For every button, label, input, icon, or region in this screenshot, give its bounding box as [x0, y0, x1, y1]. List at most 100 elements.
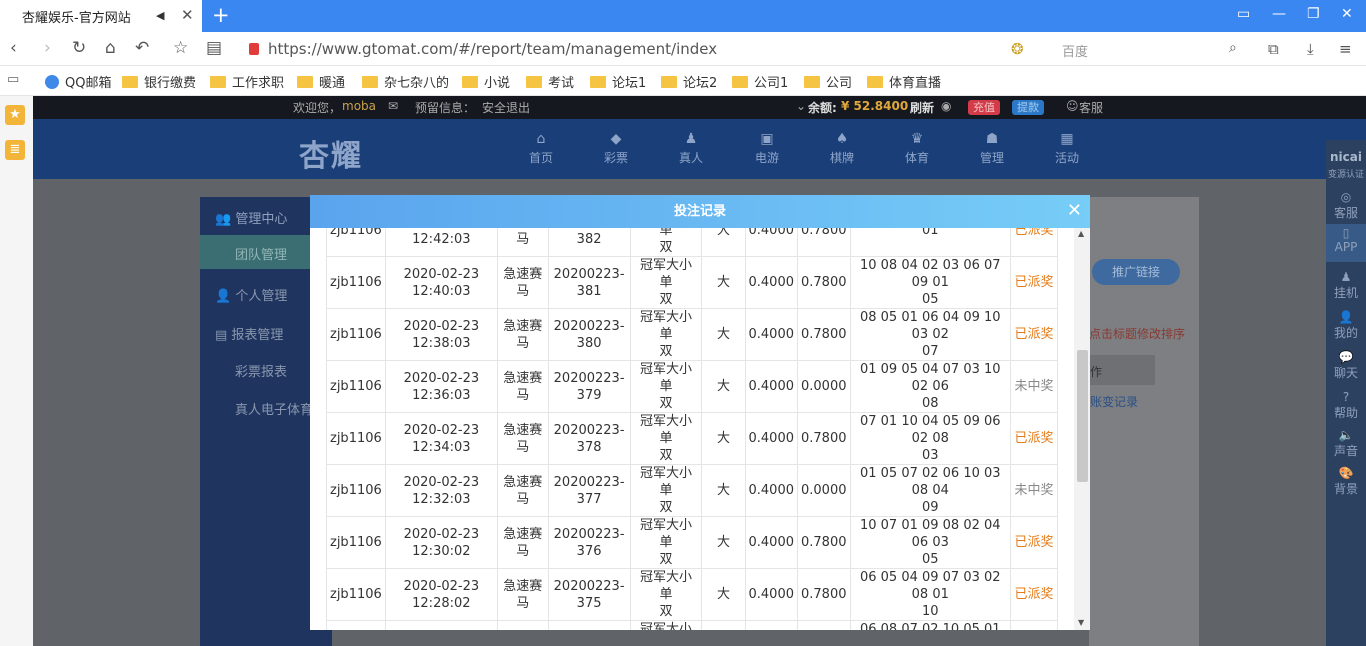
site-logo[interactable]: 杏耀	[299, 131, 363, 175]
bookmark-folder[interactable]: 体育直播	[867, 72, 941, 91]
service-link[interactable]: 客服	[1079, 99, 1103, 116]
scroll-up-icon[interactable]: ▲	[1078, 229, 1084, 238]
undo-icon[interactable]: ↶	[135, 38, 149, 58]
play-text: 双	[659, 344, 673, 359]
menu-icon[interactable]: ≡	[1339, 40, 1352, 58]
chevron-down-icon[interactable]: ⌄	[796, 99, 806, 113]
amount-text: 0.4000	[748, 228, 795, 238]
star-icon[interactable]: ☆	[173, 38, 188, 58]
rs-sound[interactable]: 🔈 声音	[1326, 428, 1366, 459]
modal-scrollbar[interactable]: ▲ ▼	[1074, 228, 1090, 630]
service-icon[interactable]: ☺	[1066, 99, 1079, 113]
forward-icon[interactable]: ›	[44, 38, 51, 58]
tab-close-icon[interactable]: ✕	[181, 6, 194, 24]
issue-text: 20200223-	[553, 578, 625, 594]
nav-sports[interactable]: ♛ 体育	[897, 131, 937, 166]
eye-icon[interactable]: ◉	[941, 99, 951, 113]
extension-icon[interactable]: ❂	[1011, 40, 1024, 58]
rs-service[interactable]: ◎ 客服	[1326, 190, 1366, 221]
bookmark-qqmail[interactable]: QQ邮箱	[45, 72, 111, 91]
play-cell: 冠军大小单双	[629, 516, 703, 569]
nav-slots[interactable]: ▣ 电游	[747, 131, 787, 166]
bookmark-folder[interactable]: 考试	[526, 72, 574, 91]
mail-icon[interactable]: ✉	[388, 99, 398, 113]
bookmark-folder[interactable]: 工作求职	[210, 72, 284, 91]
rs-hangup[interactable]: ♟ 挂机	[1326, 270, 1366, 301]
bookmark-folder[interactable]: 公司	[804, 72, 852, 91]
user-cell: zjb1106	[326, 360, 386, 413]
time-cell: 2020-02-23 12:38:03	[384, 308, 498, 361]
play-text: 冠军大小单	[639, 362, 692, 394]
bookmark-folder[interactable]: 暖通	[297, 72, 345, 91]
amount-text: 0.4000	[748, 483, 795, 498]
download-icon[interactable]: ⤓	[1307, 40, 1314, 58]
right-float-bar: nicai 变源认证 ◎ 客服 ▯ APP ♟ 挂机 👤 我的 💬 聊天 ? 帮助 🔈 声音 …	[1326, 140, 1366, 646]
bet-cell: 大	[701, 360, 746, 413]
withdraw-button[interactable]: 提款	[1012, 100, 1044, 115]
nav-activity[interactable]: ▦ 活动	[1047, 131, 1087, 166]
bookmark-folder[interactable]: 杂七杂八的	[362, 72, 449, 91]
close-icon[interactable]: ✕	[1067, 201, 1082, 221]
promo-link-button[interactable]: 推广链接	[1092, 259, 1180, 285]
scroll-thumb[interactable]	[1077, 350, 1088, 482]
folder-icon	[526, 75, 542, 88]
bookmark-folder[interactable]: 公司1	[732, 72, 788, 91]
modal-body: zjb11062020-02-2312:42:03急速赛马20200223-38…	[326, 228, 1084, 630]
user-icon: 👤	[1338, 310, 1354, 324]
numbers-cell: 07 01 10 04 05 09 06 02 08 03	[849, 412, 1012, 465]
status-text: 已派奖	[1014, 327, 1054, 342]
user-text: zjb1106	[330, 483, 382, 498]
issue-text: 381	[576, 283, 602, 299]
game-cell: 急速赛马	[496, 228, 549, 257]
logout-link[interactable]: 安全退出	[482, 99, 530, 116]
restore-icon[interactable]: ❐	[1307, 6, 1320, 22]
bookmark-folder[interactable]: 银行缴费	[122, 72, 196, 91]
screenshot-icon[interactable]: ⧉	[1268, 40, 1279, 58]
rs-background[interactable]: 🎨 背景	[1326, 466, 1366, 497]
new-tab-icon[interactable]: +	[212, 3, 230, 27]
win-cell: 0.0000	[797, 360, 851, 413]
bookmarks-toggle-icon[interactable]: ▭	[7, 72, 19, 87]
bet-text: 大	[716, 587, 730, 602]
notes-icon[interactable]: ≣	[5, 140, 25, 160]
refresh-link[interactable]: 刷新	[910, 99, 934, 116]
game-text: 急速赛	[501, 630, 545, 631]
game-text: 马	[516, 491, 530, 507]
nav-live[interactable]: ♟ 真人	[671, 131, 711, 166]
bookmark-folder[interactable]: 论坛1	[590, 72, 646, 91]
amount-cell: 0.4000	[744, 464, 798, 517]
bookmark-folder[interactable]: 论坛2	[661, 72, 717, 91]
nav-manage[interactable]: ☗ 管理	[972, 131, 1012, 166]
win-text: 0.7800	[801, 535, 847, 550]
mute-icon[interactable]: ◀	[156, 9, 164, 22]
rs-help[interactable]: ? 帮助	[1326, 390, 1366, 421]
reader-icon[interactable]: ▤	[206, 38, 222, 58]
back-icon[interactable]: ‹	[10, 38, 17, 58]
search-input[interactable]: 百度	[1062, 41, 1088, 60]
nav-cards[interactable]: ♠ 棋牌	[822, 131, 862, 166]
nav-lottery[interactable]: ◆ 彩票	[596, 131, 636, 166]
nav-home[interactable]: ⌂ 首页	[521, 131, 561, 166]
account-record-link[interactable]: 账变记录	[1090, 393, 1138, 410]
rs-mine[interactable]: 👤 我的	[1326, 310, 1366, 341]
reload-icon[interactable]: ↻	[72, 38, 86, 58]
rs-app[interactable]: ▯ APP	[1326, 224, 1366, 262]
home-icon[interactable]: ⌂	[105, 38, 116, 58]
rs-chat[interactable]: 💬 聊天	[1326, 350, 1366, 381]
search-icon[interactable]: ⌕	[1229, 40, 1237, 56]
win-text: 0.0000	[801, 379, 847, 394]
play-text: 冠军大小单	[639, 570, 692, 602]
sidebar-toggle-icon[interactable]: ▭	[1237, 6, 1250, 22]
favorites-icon[interactable]: ★	[5, 105, 25, 125]
minimize-icon[interactable]: —	[1272, 6, 1286, 22]
status-text: 已派奖	[1014, 275, 1054, 290]
bookmark-folder[interactable]: 小说	[462, 72, 510, 91]
username[interactable]: moba	[342, 99, 376, 113]
folder-icon	[804, 75, 820, 88]
window-close-icon[interactable]: ✕	[1341, 6, 1353, 22]
deposit-button[interactable]: 充值	[968, 100, 1000, 115]
address-bar[interactable]: https://www.gtomat.com/#/report/team/man…	[268, 40, 717, 58]
browser-tab-active[interactable]: 杏耀娱乐-官方网站 ◀ ✕	[0, 0, 202, 32]
issue-text: 379	[576, 387, 602, 403]
scroll-down-icon[interactable]: ▼	[1078, 618, 1084, 627]
